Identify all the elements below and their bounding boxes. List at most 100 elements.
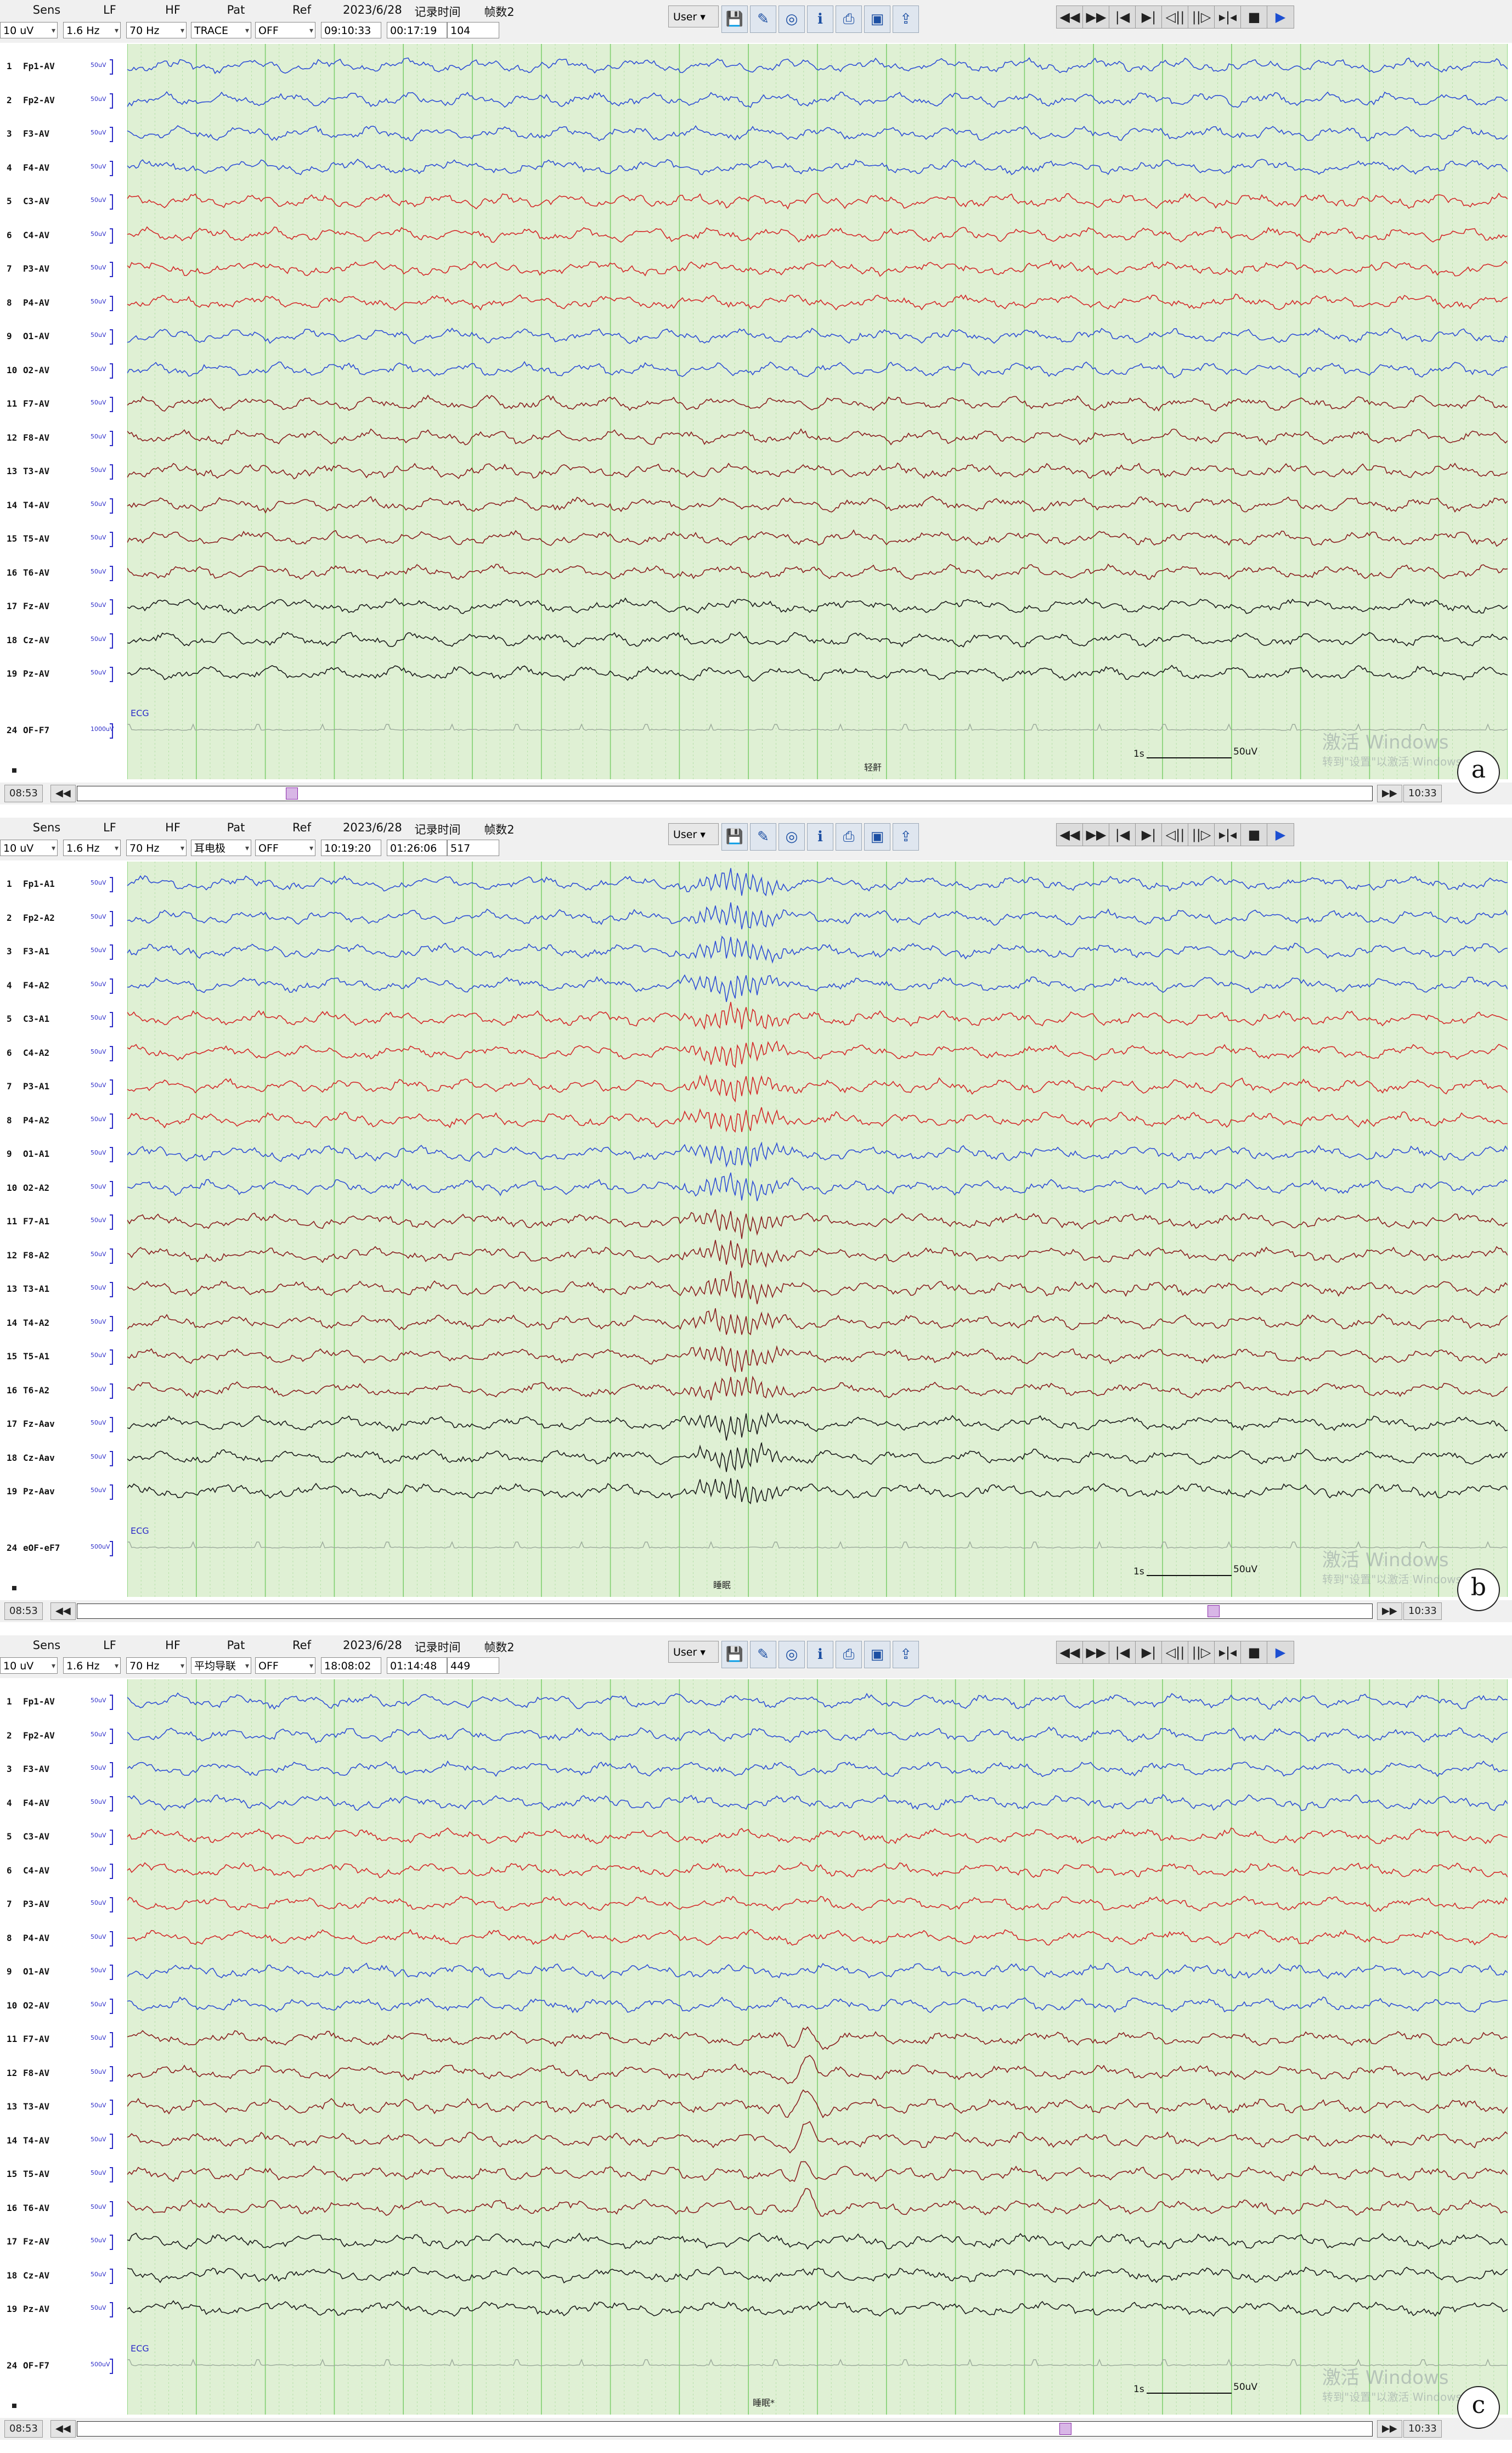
rewind-button[interactable]: ◀◀	[1056, 5, 1084, 29]
chevron-down-icon[interactable]: ▾	[52, 22, 55, 38]
fast-forward-button[interactable]: ▶▶	[1082, 823, 1110, 846]
chevron-down-icon[interactable]: ▾	[309, 1658, 313, 1673]
sens-select[interactable]: 10 uV ▾	[0, 22, 58, 38]
chevron-down-icon[interactable]: ▾	[697, 1646, 706, 1658]
timeline-track[interactable]	[77, 786, 1373, 801]
fast-forward-button[interactable]: ▶▶	[1082, 5, 1110, 29]
user-dropdown[interactable]: User ▾	[668, 823, 719, 845]
timeline-next-button[interactable]: ▶▶	[1377, 785, 1402, 802]
chevron-down-icon[interactable]: ▾	[180, 840, 184, 856]
chevron-down-icon[interactable]: ▾	[115, 1658, 119, 1673]
sens-select[interactable]: 10 uV ▾	[0, 1657, 58, 1674]
channel-selector-icon[interactable]	[12, 2404, 16, 2408]
skip-end-button[interactable]: ▶|	[1135, 1641, 1163, 1664]
skip-end-button[interactable]: ▶|	[1135, 5, 1163, 29]
stop-button[interactable]: ■	[1240, 5, 1268, 29]
lf-select[interactable]: 1.6 Hz ▾	[63, 840, 121, 856]
globe-icon[interactable]: ◎	[778, 5, 805, 33]
hf-select[interactable]: 70 Hz ▾	[126, 840, 187, 856]
timeline-prev-button[interactable]: ◀◀	[50, 1602, 76, 1620]
frame-field[interactable]: 449	[447, 1657, 499, 1674]
play-button[interactable]: ▶	[1267, 1641, 1294, 1664]
record-time-field[interactable]: 00:17:19	[387, 22, 447, 38]
play-button[interactable]: ▶	[1267, 823, 1294, 846]
export-icon[interactable]: ⇪	[893, 1641, 919, 1668]
frame-field[interactable]: 104	[447, 22, 499, 38]
hf-select[interactable]: 70 Hz ▾	[126, 1657, 187, 1674]
save-icon[interactable]: 💾	[721, 1641, 748, 1668]
print-icon[interactable]: ⎙	[836, 5, 862, 33]
channel-selector-icon[interactable]	[12, 1586, 16, 1590]
info-icon[interactable]: ℹ	[807, 5, 833, 33]
save-icon[interactable]: 💾	[721, 5, 748, 33]
user-dropdown[interactable]: User ▾	[668, 5, 719, 27]
print-icon[interactable]: ⎙	[836, 823, 862, 851]
collapse-button[interactable]: ▸|◂	[1214, 5, 1242, 29]
timeline-position-marker[interactable]	[286, 787, 298, 800]
chevron-down-icon[interactable]: ▾	[697, 829, 706, 841]
skip-end-button[interactable]: ▶|	[1135, 823, 1163, 846]
export-icon[interactable]: ⇪	[893, 823, 919, 851]
sens-select[interactable]: 10 uV ▾	[0, 840, 58, 856]
skip-start-button[interactable]: |◀	[1109, 1641, 1136, 1664]
collapse-button[interactable]: ▸|◂	[1214, 823, 1242, 846]
rewind-button[interactable]: ◀◀	[1056, 823, 1084, 846]
user-dropdown[interactable]: User ▾	[668, 1641, 719, 1663]
step-forward-button[interactable]: ||▷	[1188, 823, 1215, 846]
info-icon[interactable]: ℹ	[807, 1641, 833, 1668]
photo-icon[interactable]: ▣	[864, 823, 890, 851]
stop-button[interactable]: ■	[1240, 1641, 1268, 1664]
fast-forward-button[interactable]: ▶▶	[1082, 1641, 1110, 1664]
step-forward-button[interactable]: ||▷	[1188, 5, 1215, 29]
chevron-down-icon[interactable]: ▾	[309, 22, 313, 38]
pat-select[interactable]: 耳电极 ▾	[191, 840, 251, 856]
timeline-track[interactable]	[77, 2421, 1373, 2437]
chevron-down-icon[interactable]: ▾	[52, 1658, 55, 1673]
clock-field[interactable]: 18:08:02	[321, 1657, 381, 1674]
print-icon[interactable]: ⎙	[836, 1641, 862, 1668]
photo-icon[interactable]: ▣	[864, 1641, 890, 1668]
montage-icon[interactable]: ✎	[750, 1641, 776, 1668]
chevron-down-icon[interactable]: ▾	[697, 11, 706, 23]
lf-select[interactable]: 1.6 Hz ▾	[63, 1657, 121, 1674]
rewind-button[interactable]: ◀◀	[1056, 1641, 1084, 1664]
montage-icon[interactable]: ✎	[750, 5, 776, 33]
pat-select[interactable]: TRACE ▾	[191, 22, 251, 38]
clock-field[interactable]: 10:19:20	[321, 840, 381, 856]
record-time-field[interactable]: 01:26:06	[387, 840, 447, 856]
skip-start-button[interactable]: |◀	[1109, 823, 1136, 846]
globe-icon[interactable]: ◎	[778, 1641, 805, 1668]
skip-start-button[interactable]: |◀	[1109, 5, 1136, 29]
collapse-button[interactable]: ▸|◂	[1214, 1641, 1242, 1664]
record-time-field[interactable]: 01:14:48	[387, 1657, 447, 1674]
stop-button[interactable]: ■	[1240, 823, 1268, 846]
hf-select[interactable]: 70 Hz ▾	[126, 22, 187, 38]
step-forward-button[interactable]: ||▷	[1188, 1641, 1215, 1664]
chevron-down-icon[interactable]: ▾	[115, 22, 119, 38]
chevron-down-icon[interactable]: ▾	[52, 840, 55, 856]
info-icon[interactable]: ℹ	[807, 823, 833, 851]
frame-field[interactable]: 517	[447, 840, 499, 856]
save-icon[interactable]: 💾	[721, 823, 748, 851]
chevron-down-icon[interactable]: ▾	[115, 840, 119, 856]
timeline-position-marker[interactable]	[1059, 2423, 1071, 2435]
ref-select[interactable]: OFF ▾	[255, 1657, 315, 1674]
clock-field[interactable]: 09:10:33	[321, 22, 381, 38]
ref-select[interactable]: OFF ▾	[255, 22, 315, 38]
lf-select[interactable]: 1.6 Hz ▾	[63, 22, 121, 38]
chevron-down-icon[interactable]: ▾	[180, 22, 184, 38]
timeline-next-button[interactable]: ▶▶	[1377, 2420, 1402, 2438]
step-back-button[interactable]: ◁||	[1161, 5, 1189, 29]
timeline-prev-button[interactable]: ◀◀	[50, 2420, 76, 2438]
play-button[interactable]: ▶	[1267, 5, 1294, 29]
chevron-down-icon[interactable]: ▾	[245, 1658, 249, 1673]
step-back-button[interactable]: ◁||	[1161, 1641, 1189, 1664]
chevron-down-icon[interactable]: ▾	[180, 1658, 184, 1673]
timeline-position-marker[interactable]	[1208, 1605, 1220, 1617]
pat-select[interactable]: 平均导联 ▾	[191, 1657, 251, 1674]
chevron-down-icon[interactable]: ▾	[245, 840, 249, 856]
globe-icon[interactable]: ◎	[778, 823, 805, 851]
step-back-button[interactable]: ◁||	[1161, 823, 1189, 846]
photo-icon[interactable]: ▣	[864, 5, 890, 33]
export-icon[interactable]: ⇪	[893, 5, 919, 33]
